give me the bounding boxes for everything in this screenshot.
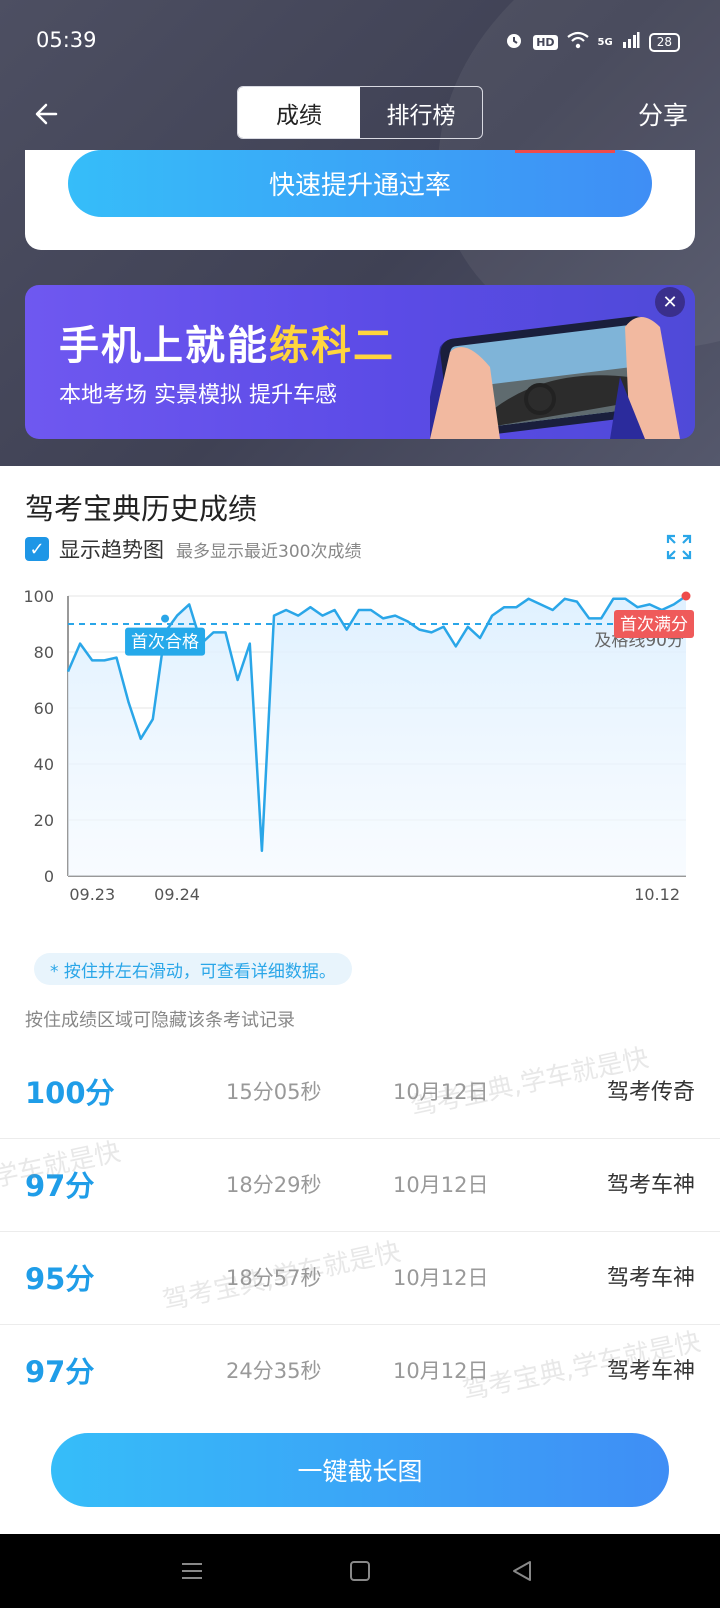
status-time: 05:39 — [36, 28, 97, 52]
first-full-label: 首次满分 — [620, 615, 688, 635]
x-tick-label: 10.12 — [634, 885, 680, 904]
trend-toggle[interactable]: ✓ 显示趋势图 最多显示最近300次成绩 — [25, 534, 361, 564]
x-tick-label: 09.24 — [154, 885, 200, 904]
banner-title: 手机上就能练科二 — [59, 323, 395, 369]
back-icon[interactable] — [510, 1559, 534, 1583]
record-title: 驾考车神 — [606, 1359, 695, 1384]
y-tick-label: 20 — [34, 811, 54, 830]
y-tick-label: 100 — [23, 587, 54, 606]
first-pass-label: 首次合格 — [131, 633, 199, 653]
record-score: 97分 — [25, 1169, 95, 1203]
pass-rate-card: 快速提升通过率 — [25, 150, 695, 250]
boost-pass-rate-button[interactable]: 快速提升通过率 — [68, 150, 652, 217]
record-score: 100分 — [25, 1076, 115, 1110]
practice-banner[interactable]: 手机上就能练科二 本地考场 实景模拟 提升车感 ✕ — [25, 285, 695, 439]
swipe-hint: * 按住并左右滑动，可查看详细数据。 — [34, 953, 352, 985]
record-row[interactable]: 97分 24分35秒 10月12日 驾考车神 — [0, 1325, 720, 1417]
back-arrow-icon[interactable] — [30, 94, 70, 134]
wifi-icon — [566, 31, 589, 53]
record-date: 10月12日 — [393, 1173, 489, 1197]
record-row[interactable]: 100分 15分05秒 10月12日 驾考传奇 — [0, 1046, 720, 1139]
history-section: 驾考宝典历史成绩 ✓ 显示趋势图 最多显示最近300次成绩 100 80 60 40 2… — [0, 466, 720, 1534]
banner-subtitle: 本地考场 实景模拟 提升车感 — [59, 383, 337, 408]
record-duration: 18分29秒 — [226, 1173, 322, 1197]
record-duration: 24分35秒 — [226, 1359, 322, 1383]
record-duration: 18分57秒 — [226, 1266, 322, 1290]
record-list: 100分 15分05秒 10月12日 驾考传奇 97分 18分29秒 10月12… — [0, 1046, 720, 1417]
record-date: 10月12日 — [393, 1266, 489, 1290]
home-icon[interactable] — [348, 1559, 372, 1583]
trend-checkbox[interactable]: ✓ — [25, 537, 49, 561]
phone-driving-illustration — [421, 307, 680, 439]
record-score: 95分 — [25, 1262, 95, 1296]
tab-ranking[interactable]: 排行榜 — [360, 87, 482, 138]
network-type: 5G — [597, 36, 613, 48]
status-bar: 05:39 HD 5G 28 — [0, 0, 720, 84]
record-row[interactable]: 97分 18分29秒 10月12日 驾考车神 — [0, 1139, 720, 1232]
record-score: 97分 — [25, 1355, 95, 1389]
record-row[interactable]: 95分 18分57秒 10月12日 驾考车神 — [0, 1232, 720, 1325]
x-tick-label: 09.23 — [69, 885, 115, 904]
y-tick-label: 40 — [34, 755, 54, 774]
y-tick-label: 0 — [44, 867, 54, 886]
share-button[interactable]: 分享 — [638, 96, 688, 132]
long-screenshot-button[interactable]: 一键截长图 — [51, 1433, 669, 1507]
tab-score[interactable]: 成绩 — [238, 87, 360, 138]
record-duration: 15分05秒 — [226, 1080, 322, 1104]
signal-icon — [622, 31, 640, 53]
alarm-icon — [504, 30, 524, 54]
battery-indicator: 28 — [648, 32, 680, 52]
y-tick-label: 60 — [34, 699, 54, 718]
record-title: 驾考传奇 — [606, 1080, 695, 1105]
record-title: 驾考车神 — [606, 1173, 695, 1198]
record-date: 10月12日 — [393, 1080, 489, 1104]
red-accent-line — [515, 150, 615, 153]
menu-icon[interactable] — [180, 1559, 204, 1583]
y-tick-label: 80 — [34, 643, 54, 662]
fullscreen-icon[interactable] — [666, 534, 692, 560]
first-pass-dot — [161, 614, 170, 623]
segmented-tabs: 成绩 排行榜 — [237, 86, 483, 139]
record-title: 驾考车神 — [606, 1266, 695, 1291]
record-date: 10月12日 — [393, 1359, 489, 1383]
system-nav-bar — [0, 1534, 720, 1608]
history-title: 驾考宝典历史成绩 — [25, 492, 258, 526]
hd-icon: HD — [533, 34, 558, 50]
first-full-dot — [681, 591, 691, 601]
hide-record-tip: 按住成绩区域可隐藏该条考试记录 — [25, 1010, 295, 1031]
score-trend-chart[interactable]: 100806040200 09.23 09.24 10.12 及格线90分 首次合格… — [0, 578, 720, 948]
banner-close-icon[interactable]: ✕ — [655, 287, 685, 317]
trend-label: 显示趋势图 — [59, 538, 164, 562]
trend-note: 最多显示最近300次成绩 — [176, 541, 362, 562]
